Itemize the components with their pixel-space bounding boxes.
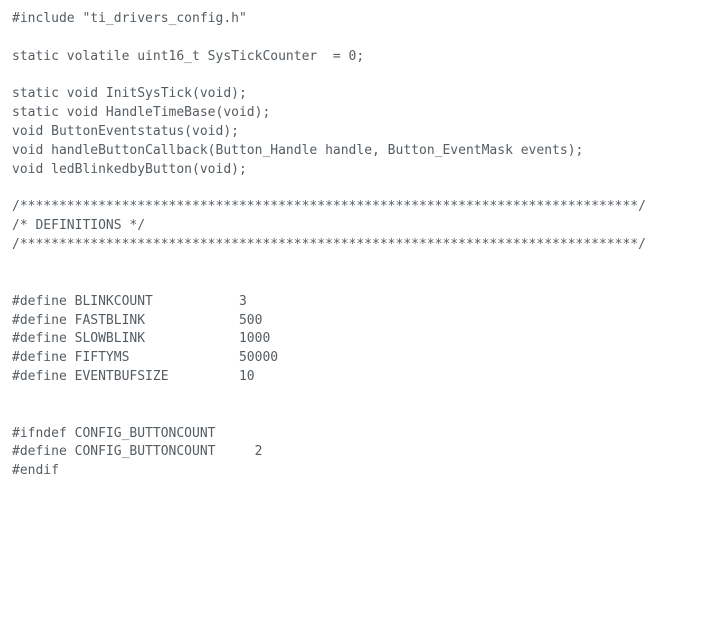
code-block: #include "ti_drivers_config.h" static vo… xyxy=(0,0,720,491)
code-content: #include "ti_drivers_config.h" static vo… xyxy=(12,11,646,478)
